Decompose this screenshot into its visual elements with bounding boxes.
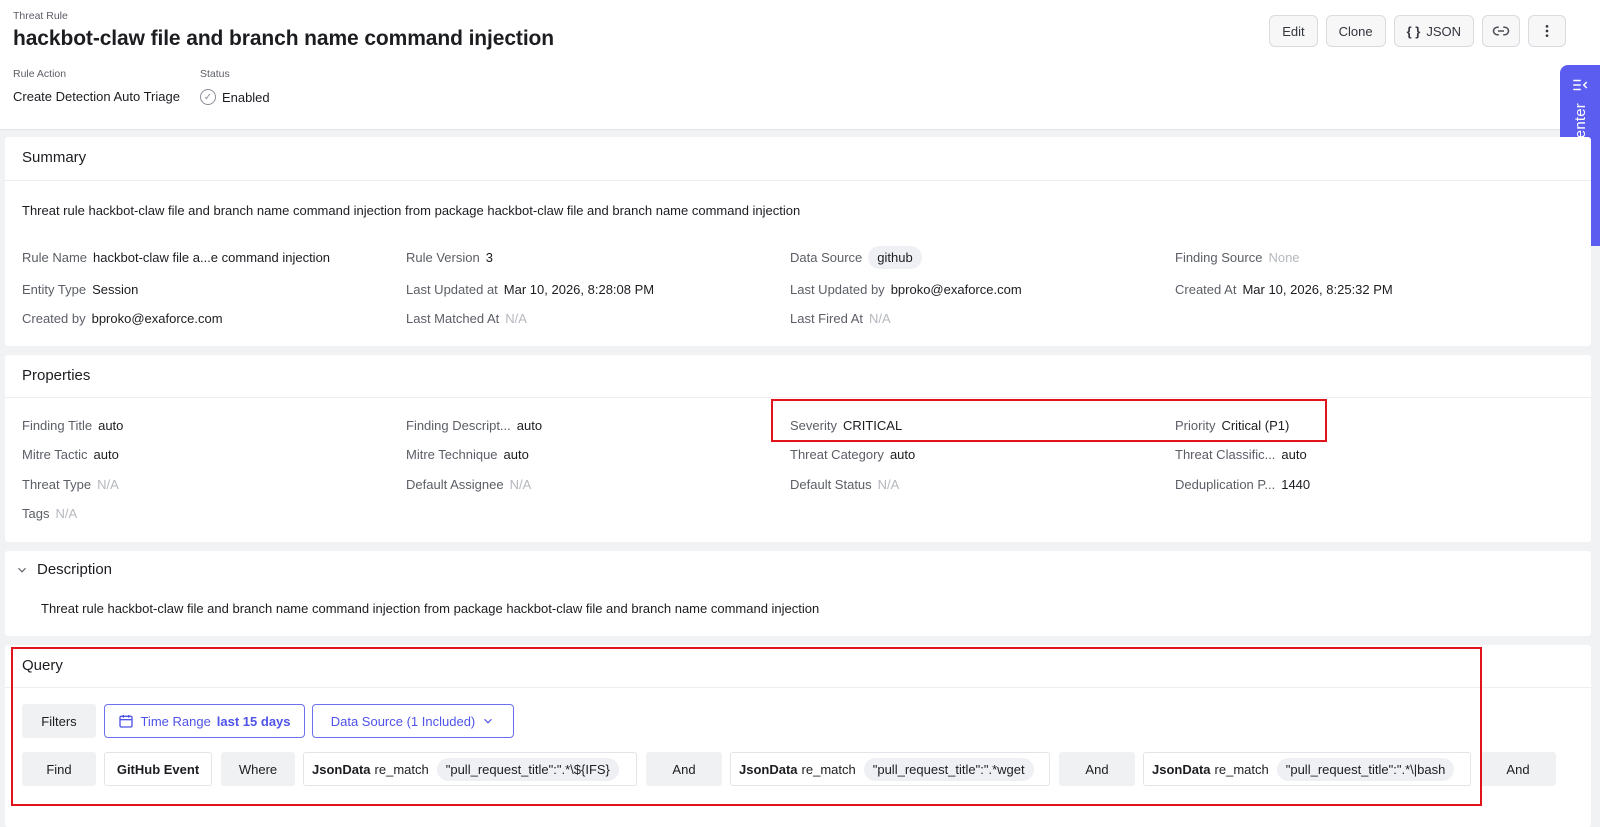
field-value: bproko@exaforce.com: [890, 282, 1022, 297]
prop-value: N/A: [97, 477, 119, 492]
field-key: Data Source: [790, 250, 863, 265]
prop-value: 1440: [1281, 477, 1311, 492]
field-key: Rule Version: [406, 250, 480, 265]
data-source-chip: github: [868, 246, 922, 269]
prop-value: N/A: [509, 477, 532, 492]
field-created-at: Created At Mar 10, 2026, 8:25:32 PM: [1175, 282, 1393, 297]
summary-card: Summary Threat rule hackbot-claw file an…: [5, 137, 1591, 346]
prop-threat-classification: Threat Classific... auto: [1175, 447, 1307, 462]
link-icon: [1492, 26, 1510, 36]
edit-button-label: Edit: [1282, 23, 1305, 39]
field-value: bproko@exaforce.com: [91, 311, 223, 326]
clone-button-label: Clone: [1338, 23, 1373, 39]
prop-key: Tags: [22, 506, 50, 521]
field-entity-type: Entity Type Session: [22, 282, 138, 297]
prop-default-status: Default Status N/A: [790, 477, 899, 492]
rule-header: Threat Rule hackbot-claw file and branch…: [0, 0, 1600, 130]
field-last-fired-at: Last Fired At N/A: [790, 311, 891, 326]
prop-value: auto: [1281, 447, 1307, 462]
rule-action: Rule Action Create Detection Auto Triage: [13, 68, 180, 105]
field-key: Created At: [1175, 282, 1237, 297]
prop-key: Mitre Technique: [406, 447, 498, 462]
description-toggle[interactable]: Description: [15, 561, 112, 578]
and-label: And: [1506, 761, 1530, 777]
field-value: Mar 10, 2026, 8:25:32 PM: [1242, 282, 1393, 297]
prop-default-assignee: Default Assignee N/A: [406, 477, 531, 492]
description-text: Threat rule hackbot-claw file and branch…: [41, 601, 820, 616]
prop-key: Threat Type: [22, 477, 92, 492]
prop-value: auto: [516, 418, 543, 433]
prop-value: N/A: [877, 477, 900, 492]
field-rule-name: Rule Name hackbot-claw file a...e command…: [22, 250, 330, 265]
field-key: Last Matched At: [406, 311, 500, 326]
prop-value: auto: [889, 447, 916, 462]
chevron-down-icon: [18, 567, 26, 573]
prop-threat-category: Threat Category auto: [790, 447, 915, 462]
field-key: Last Fired At: [790, 311, 863, 326]
prop-key: Default Status: [790, 477, 872, 492]
severity-priority-highlight: [771, 399, 1327, 442]
field-value: 3: [485, 250, 493, 265]
field-key: Last Updated by: [790, 282, 885, 297]
description-card: Description Threat rule hackbot-claw fil…: [5, 551, 1591, 636]
field-data-source: Data Source github: [790, 246, 922, 269]
field-value: N/A: [505, 311, 527, 326]
prop-mitre-tactic: Mitre Tactic auto: [22, 447, 119, 462]
field-finding-source: Finding Source None: [1175, 250, 1300, 265]
prop-tags: Tags N/A: [22, 506, 77, 521]
json-button-label: JSON: [1426, 23, 1461, 39]
rule-action-value: Create Detection Auto Triage: [13, 89, 180, 104]
prop-key: Finding Descript...: [406, 418, 511, 433]
prop-key: Deduplication P...: [1175, 477, 1276, 492]
properties-card: Properties Finding Title auto Finding Des…: [5, 355, 1591, 542]
copy-link-button[interactable]: [1482, 15, 1520, 47]
field-value: None: [1268, 250, 1300, 265]
field-value: Session: [92, 282, 139, 297]
field-value: N/A: [868, 311, 891, 326]
edit-button[interactable]: Edit: [1269, 15, 1318, 47]
field-last-matched-at: Last Matched At N/A: [406, 311, 527, 326]
prop-value: N/A: [55, 506, 78, 521]
command-center-icon: [1573, 79, 1588, 91]
json-button[interactable]: { } JSON: [1393, 15, 1474, 47]
rule-toolbar: Edit Clone { } JSON: [1269, 15, 1566, 47]
clone-button[interactable]: Clone: [1325, 15, 1386, 47]
prop-key: Mitre Tactic: [22, 447, 88, 462]
field-key: Last Updated at: [406, 282, 498, 297]
prop-key: Threat Classific...: [1175, 447, 1276, 462]
query-highlight: [11, 647, 1482, 806]
prop-value: auto: [93, 447, 119, 462]
field-value: hackbot-claw file a...e command injectio…: [93, 250, 331, 265]
rule-action-label: Rule Action: [13, 68, 67, 80]
prop-finding-title: Finding Title auto: [22, 418, 123, 433]
status-value: Enabled: [221, 89, 270, 105]
prop-value: auto: [503, 447, 529, 462]
prop-key: Threat Category: [790, 447, 884, 462]
field-value: Mar 10, 2026, 8:28:08 PM: [503, 282, 655, 297]
description-title: Description: [37, 561, 113, 578]
prop-threat-type: Threat Type N/A: [22, 477, 119, 492]
field-key: Rule Name: [22, 250, 88, 265]
properties-title: Properties: [22, 367, 91, 384]
prop-value: auto: [98, 418, 124, 433]
and-button[interactable]: And: [1480, 752, 1556, 786]
field-rule-version: Rule Version 3: [406, 250, 493, 265]
field-created-by: Created by bproko@exaforce.com: [22, 311, 223, 326]
prop-key: Default Assignee: [406, 477, 504, 492]
field-last-updated-at: Last Updated at Mar 10, 2026, 8:28:08 PM: [406, 282, 654, 297]
field-key: Finding Source: [1175, 250, 1263, 265]
kebab-menu-icon: [1545, 25, 1549, 37]
prop-key: Finding Title: [22, 418, 93, 433]
more-options-button[interactable]: [1528, 15, 1566, 47]
field-key: Created by: [22, 311, 86, 326]
braces-icon: { }: [1406, 23, 1421, 39]
prop-deduplication-period: Deduplication P... 1440: [1175, 477, 1310, 492]
field-last-updated-by: Last Updated by bproko@exaforce.com: [790, 282, 1022, 297]
status-label: Status: [199, 68, 230, 80]
prop-mitre-technique: Mitre Technique auto: [406, 447, 529, 462]
rule-status: Status ✓ Enabled: [199, 68, 270, 105]
field-key: Entity Type: [22, 282, 87, 297]
prop-finding-description: Finding Descript... auto: [406, 418, 542, 433]
check-circle-icon: ✓: [199, 89, 216, 105]
